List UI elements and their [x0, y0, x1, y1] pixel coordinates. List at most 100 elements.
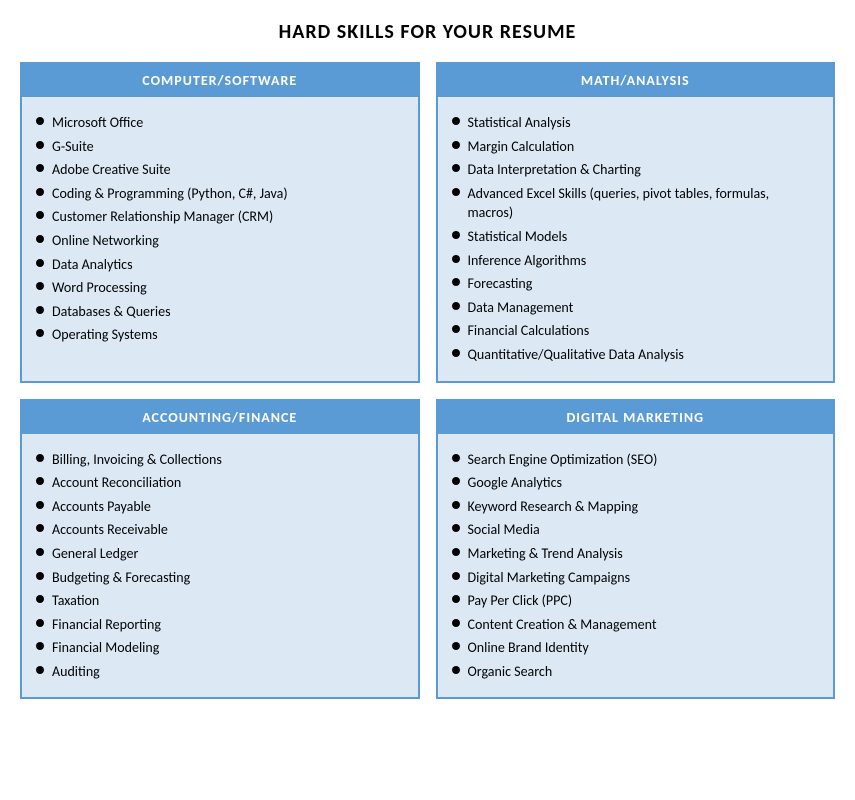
bullet-icon: [452, 454, 460, 462]
skill-text: Operating Systems: [52, 325, 158, 345]
skill-text: Quantitative/Qualitative Data Analysis: [468, 345, 684, 365]
bullet-icon: [36, 572, 44, 580]
list-item: Social Media: [452, 518, 816, 542]
skill-text: Microsoft Office: [52, 113, 143, 133]
bullet-icon: [36, 141, 44, 149]
skill-text: Online Brand Identity: [468, 638, 589, 658]
list-item: Statistical Models: [452, 225, 816, 249]
bullet-icon: [36, 117, 44, 125]
skill-list-digital-marketing: Search Engine Optimization (SEO)Google A…: [452, 448, 816, 684]
card-digital-marketing: DIGITAL MARKETING Search Engine Optimizat…: [436, 399, 836, 700]
skill-text: Taxation: [52, 591, 99, 611]
list-item: Word Processing: [36, 276, 400, 300]
list-item: Account Reconciliation: [36, 471, 400, 495]
list-item: Adobe Creative Suite: [36, 158, 400, 182]
list-item: Customer Relationship Manager (CRM): [36, 205, 400, 229]
list-item: Marketing & Trend Analysis: [452, 542, 816, 566]
list-item: Inference Algorithms: [452, 249, 816, 273]
card-accounting-finance: ACCOUNTING/FINANCEBilling, Invoicing & C…: [20, 399, 420, 700]
skill-text: Account Reconciliation: [52, 473, 181, 493]
card-header-math-analysis: MATH/ANALYSIS: [438, 64, 834, 97]
skill-text: Content Creation & Management: [468, 615, 657, 635]
bullet-icon: [452, 164, 460, 172]
bullet-icon: [452, 619, 460, 627]
skill-text: Data Analytics: [52, 255, 133, 275]
list-item: Auditing: [36, 660, 400, 684]
skills-grid: COMPUTER/SOFTWARE Microsoft Office G-Suite…: [20, 62, 835, 699]
bullet-icon: [452, 524, 460, 532]
bullet-icon: [452, 278, 460, 286]
list-item: Operating Systems: [36, 323, 400, 347]
bullet-icon: [452, 349, 460, 357]
bullet-icon: [36, 619, 44, 627]
bullet-icon: [36, 595, 44, 603]
skill-text: Pay Per Click (PPC): [468, 591, 573, 611]
list-item: Statistical Analysis: [452, 111, 816, 135]
bullet-icon: [452, 572, 460, 580]
skill-text: Adobe Creative Suite: [52, 160, 171, 180]
skill-text: Word Processing: [52, 278, 147, 298]
list-item: Digital Marketing Campaigns: [452, 566, 816, 590]
bullet-icon: [36, 642, 44, 650]
list-item: Coding & Programming (Python, C#, Java): [36, 182, 400, 206]
skill-text: Forecasting: [468, 274, 533, 294]
list-item: General Ledger: [36, 542, 400, 566]
skill-list-accounting-finance: Billing, Invoicing & Collections Account …: [36, 448, 400, 684]
skill-text: G-Suite: [52, 137, 94, 157]
card-header-digital-marketing: DIGITAL MARKETING: [438, 401, 834, 434]
list-item: G-Suite: [36, 135, 400, 159]
skill-text: Digital Marketing Campaigns: [468, 568, 631, 588]
bullet-icon: [452, 595, 460, 603]
skill-text: Auditing: [52, 662, 100, 682]
bullet-icon: [36, 235, 44, 243]
list-item: Accounts Receivable: [36, 518, 400, 542]
list-item: Organic Search: [452, 660, 816, 684]
bullet-icon: [452, 666, 460, 674]
skill-text: Margin Calculation: [468, 137, 575, 157]
bullet-icon: [36, 548, 44, 556]
card-header-computer-software: COMPUTER/SOFTWARE: [22, 64, 418, 97]
card-body-accounting-finance: Billing, Invoicing & Collections Account …: [22, 434, 418, 698]
list-item: Quantitative/Qualitative Data Analysis: [452, 343, 816, 367]
card-computer-software: COMPUTER/SOFTWARE Microsoft Office G-Suite…: [20, 62, 420, 383]
bullet-icon: [452, 548, 460, 556]
list-item: Online Brand Identity: [452, 636, 816, 660]
skill-text: Financial Calculations: [468, 321, 590, 341]
bullet-icon: [36, 329, 44, 337]
skill-text: Billing, Invoicing & Collections: [52, 450, 222, 470]
list-item: Search Engine Optimization (SEO): [452, 448, 816, 472]
skill-text: Accounts Payable: [52, 497, 151, 517]
bullet-icon: [452, 231, 460, 239]
page-title: HARD SKILLS FOR YOUR RESUME: [20, 20, 835, 44]
skill-list-computer-software: Microsoft Office G-Suite Adobe Creative Su…: [36, 111, 400, 347]
list-item: Keyword Research & Mapping: [452, 495, 816, 519]
skill-text: Advanced Excel Skills (queries, pivot ta…: [468, 184, 816, 223]
list-item: Advanced Excel Skills (queries, pivot ta…: [452, 182, 816, 225]
skill-text: Statistical Models: [468, 227, 568, 247]
skill-text: Budgeting & Forecasting: [52, 568, 190, 588]
skill-text: Online Networking: [52, 231, 159, 251]
list-item: Financial Modeling: [36, 636, 400, 660]
card-math-analysis: MATH/ANALYSIS Statistical AnalysisMargin …: [436, 62, 836, 383]
skill-text: Financial Modeling: [52, 638, 159, 658]
list-item: Forecasting: [452, 272, 816, 296]
list-item: Billing, Invoicing & Collections: [36, 448, 400, 472]
card-body-math-analysis: Statistical AnalysisMargin CalculationDa…: [438, 97, 834, 381]
list-item: Financial Calculations: [452, 319, 816, 343]
skill-text: Marketing & Trend Analysis: [468, 544, 623, 564]
skill-list-math-analysis: Statistical AnalysisMargin CalculationDa…: [452, 111, 816, 367]
bullet-icon: [36, 282, 44, 290]
bullet-icon: [452, 642, 460, 650]
list-item: Accounts Payable: [36, 495, 400, 519]
list-item: Budgeting & Forecasting: [36, 566, 400, 590]
bullet-icon: [36, 666, 44, 674]
bullet-icon: [36, 524, 44, 532]
skill-text: Google Analytics: [468, 473, 563, 493]
skill-text: Databases & Queries: [52, 302, 171, 322]
skill-text: Organic Search: [468, 662, 553, 682]
bullet-icon: [36, 501, 44, 509]
bullet-icon: [452, 255, 460, 263]
skill-text: Coding & Programming (Python, C#, Java): [52, 184, 288, 204]
bullet-icon: [36, 164, 44, 172]
list-item: Pay Per Click (PPC): [452, 589, 816, 613]
